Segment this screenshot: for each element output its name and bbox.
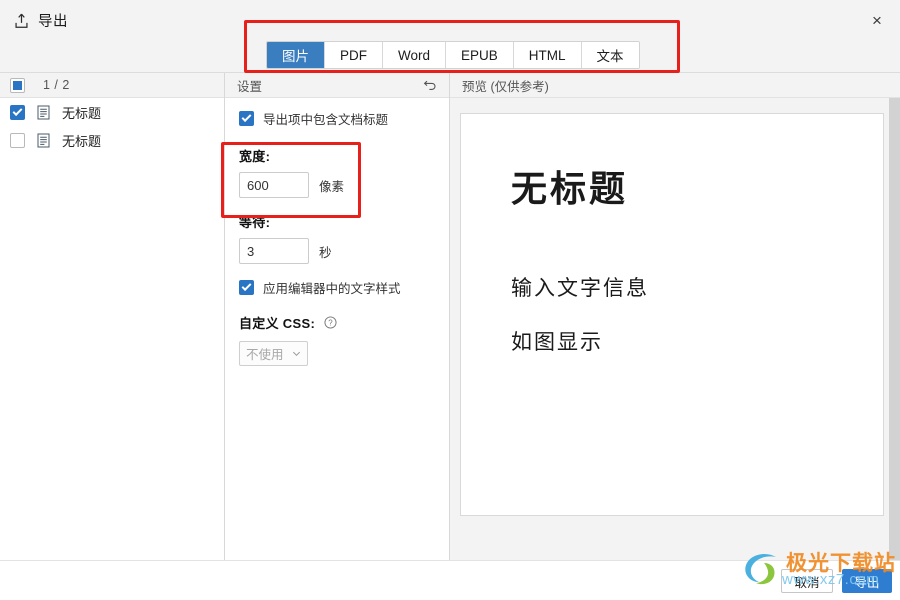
width-label: 宽度: — [239, 149, 271, 164]
dialog-footer: 取消 导出 — [0, 560, 900, 600]
preview-stage: 无标题 输入文字信息 如图显示 — [450, 98, 900, 560]
width-unit: 像素 — [319, 179, 345, 194]
document-checkbox[interactable] — [10, 104, 25, 120]
export-button[interactable]: 导出 — [842, 569, 892, 593]
include-doc-title-row[interactable]: 导出项中包含文档标题 — [239, 109, 449, 128]
custom-css-select[interactable]: 不使用 — [239, 341, 308, 366]
preview-header: 预览 (仅供参考) — [450, 73, 900, 98]
preview-panel: 预览 (仅供参考) 无标题 输入文字信息 如图显示 — [450, 73, 900, 560]
preview-scrollbar[interactable] — [889, 98, 900, 560]
document-title: 无标题 — [62, 105, 102, 121]
tab-word[interactable]: Word — [383, 42, 447, 68]
tab-epub[interactable]: EPUB — [446, 42, 514, 68]
wait-input[interactable] — [239, 238, 309, 264]
list-item[interactable]: 无标题 — [0, 98, 224, 126]
document-icon — [37, 133, 50, 147]
preview-paragraph: 输入文字信息 — [511, 276, 649, 300]
apply-editor-style-row[interactable]: 应用编辑器中的文字样式 — [239, 278, 449, 297]
apply-editor-style-label: 应用编辑器中的文字样式 — [263, 282, 401, 296]
wait-row: 秒 — [239, 238, 449, 264]
tab-image[interactable]: 图片 — [267, 42, 325, 68]
list-item[interactable]: 无标题 — [0, 126, 224, 154]
close-icon[interactable]: × — [864, 7, 890, 33]
undo-arrow-icon[interactable] — [423, 78, 437, 92]
custom-css-value: 不使用 — [246, 348, 284, 362]
format-tab-bar[interactable]: 图片 PDF Word EPUB HTML 文本 — [266, 41, 640, 69]
settings-panel: 设置 导出项中包含文档标题 宽度: 像素 等待: 秒 — [225, 73, 450, 560]
settings-body: 导出项中包含文档标题 宽度: 像素 等待: 秒 应用编辑器中的文字样式 自定义 … — [225, 98, 449, 366]
tab-html[interactable]: HTML — [513, 42, 582, 68]
include-doc-title-label: 导出项中包含文档标题 — [263, 113, 389, 127]
custom-css-label: 自定义 CSS: — [239, 316, 316, 331]
window-title: 导出 — [38, 14, 68, 30]
settings-title: 设置 — [237, 79, 263, 94]
document-checkbox[interactable] — [10, 132, 25, 148]
tab-text[interactable]: 文本 — [581, 42, 639, 68]
export-dialog: 导出 × 图片 PDF Word EPUB HTML 文本 1 / 2 无标题 — [0, 0, 900, 600]
preview-paragraph: 如图显示 — [511, 330, 603, 354]
selected-count: 1 / 2 — [43, 78, 70, 92]
document-list-header: 1 / 2 — [0, 73, 224, 98]
wait-unit: 秒 — [319, 245, 332, 260]
custom-css-row: 自定义 CSS: ? — [239, 313, 449, 332]
preview-title: 预览 (仅供参考) — [462, 79, 549, 94]
apply-editor-style-checkbox[interactable] — [239, 280, 254, 295]
document-icon — [37, 105, 50, 119]
document-list-panel: 1 / 2 无标题 无标题 — [0, 73, 225, 560]
question-mark-icon[interactable]: ? — [324, 316, 337, 329]
chevron-down-icon — [292, 351, 301, 357]
tab-pdf[interactable]: PDF — [325, 42, 383, 68]
include-doc-title-checkbox[interactable] — [239, 111, 254, 126]
export-upload-icon — [15, 13, 28, 28]
select-all-checkbox[interactable] — [10, 77, 25, 93]
title-group: 导出 — [14, 10, 68, 31]
wait-label: 等待: — [239, 215, 271, 230]
preview-page: 无标题 输入文字信息 如图显示 — [460, 113, 884, 516]
document-title: 无标题 — [62, 133, 102, 149]
svg-text:?: ? — [328, 318, 333, 327]
width-input[interactable] — [239, 172, 309, 198]
width-row: 像素 — [239, 172, 449, 198]
settings-header: 设置 — [225, 73, 449, 98]
cancel-button[interactable]: 取消 — [781, 569, 833, 593]
preview-document-title: 无标题 — [511, 169, 629, 210]
